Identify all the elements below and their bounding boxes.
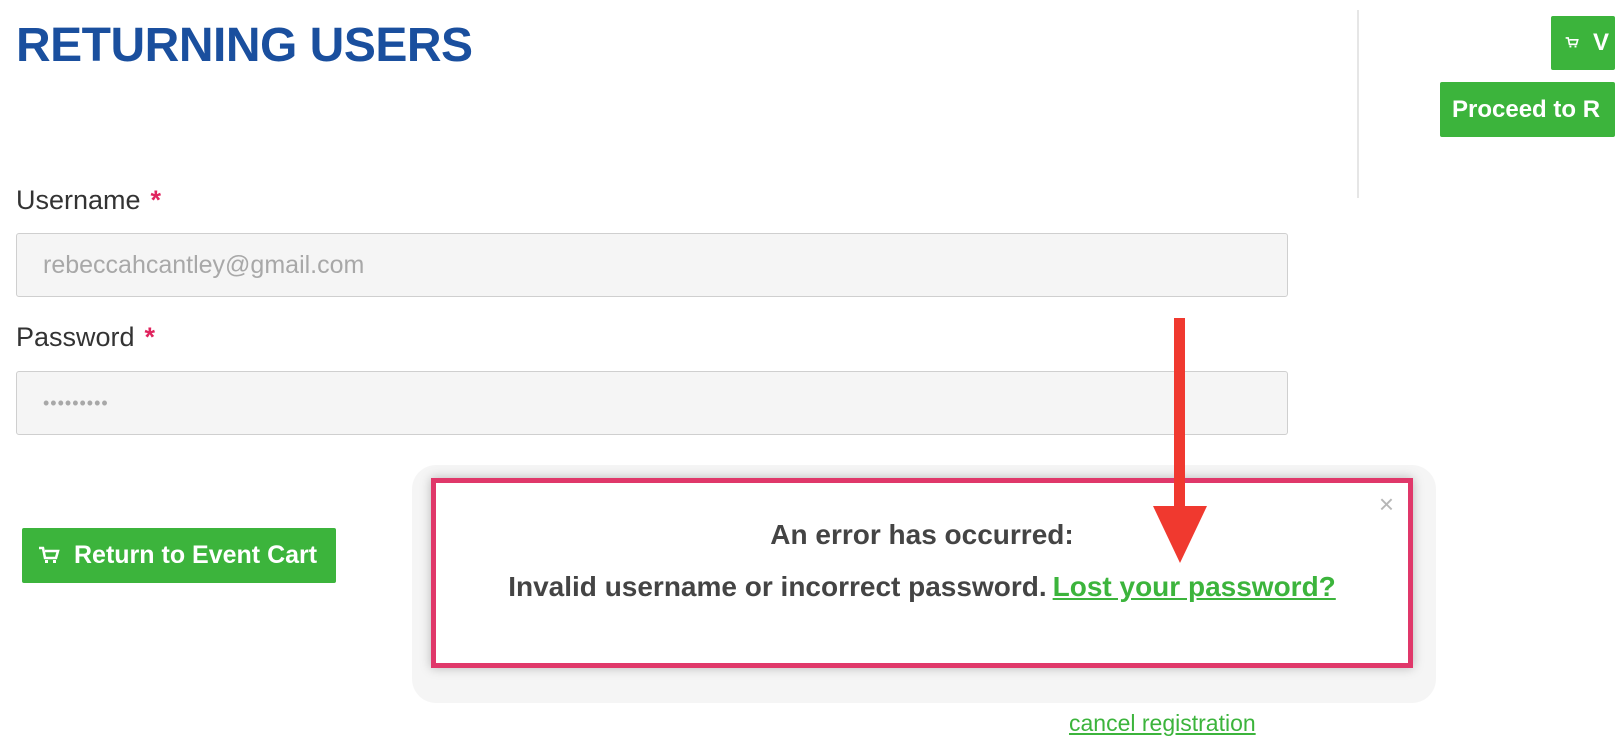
cancel-registration-link[interactable]: cancel registration bbox=[1069, 710, 1256, 737]
lost-password-link[interactable]: Lost your password? bbox=[1053, 571, 1336, 602]
password-label-text: Password bbox=[16, 322, 135, 352]
close-icon[interactable]: × bbox=[1379, 491, 1394, 517]
proceed-label: Proceed to R bbox=[1452, 95, 1601, 123]
username-field[interactable] bbox=[16, 233, 1288, 297]
return-to-cart-button[interactable]: Return to Event Cart bbox=[22, 528, 336, 583]
required-marker: * bbox=[144, 322, 156, 352]
proceed-button[interactable]: Proceed to R bbox=[1440, 82, 1615, 137]
column-divider bbox=[1357, 10, 1359, 198]
annotation-arrow-icon bbox=[1153, 318, 1207, 563]
view-cart-button[interactable]: V bbox=[1551, 16, 1615, 70]
cart-icon bbox=[39, 546, 60, 563]
password-field[interactable] bbox=[16, 371, 1288, 435]
error-message: Invalid username or incorrect password. bbox=[508, 571, 1047, 602]
return-to-cart-label: Return to Event Cart bbox=[74, 541, 318, 569]
username-label: Username * bbox=[16, 184, 161, 216]
error-title: An error has occurred: bbox=[770, 519, 1074, 550]
view-cart-label: V bbox=[1592, 29, 1609, 56]
error-dialog: × An error has occurred: Invalid usernam… bbox=[431, 478, 1413, 668]
username-label-text: Username bbox=[16, 185, 141, 215]
page-title: RETURNING USERS bbox=[16, 19, 473, 72]
required-marker: * bbox=[150, 185, 162, 215]
error-message-line: Invalid username or incorrect password. L… bbox=[436, 571, 1408, 603]
password-label: Password * bbox=[16, 321, 155, 353]
cart-icon bbox=[1565, 37, 1579, 48]
